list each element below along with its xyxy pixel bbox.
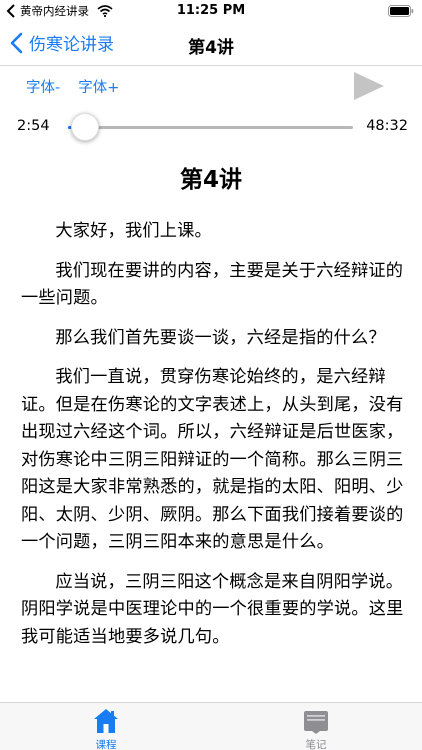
article-paragraph: 我们现在要讲的内容，主要是关于六经辩证的一些问题。	[21, 260, 404, 309]
tab-notes[interactable]: 笔记	[286, 707, 346, 750]
battery-icon	[388, 5, 414, 17]
tab-notes-label: 笔记	[305, 739, 327, 750]
progress-slider-track[interactable]	[68, 126, 353, 129]
content-fade	[0, 690, 422, 702]
page-title: 第4讲	[188, 38, 234, 58]
play-icon[interactable]	[352, 71, 386, 101]
progress-slider-thumb[interactable]	[71, 113, 100, 141]
nav-divider	[0, 65, 422, 66]
navigation-bar: 伤寒论讲录 第4讲	[0, 22, 422, 66]
article-title: 第4讲	[179, 167, 242, 193]
article-body: 大家好，我们上课。 我们现在要讲的内容，主要是关于六经辩证的一些问题。 那么我们…	[21, 218, 405, 663]
tab-course-label: 课程	[95, 739, 117, 750]
home-icon	[94, 709, 118, 733]
status-bar: 黄帝内经讲录 11:25 PM	[0, 0, 422, 22]
current-time: 2:54	[17, 118, 50, 134]
tab-course[interactable]: 课程	[76, 707, 136, 750]
notes-icon	[304, 711, 328, 734]
total-time: 48:32	[366, 118, 408, 134]
tab-bar: 课程 笔记	[0, 702, 422, 750]
article-paragraph: 大家好，我们上课。	[55, 221, 212, 241]
status-time: 11:25 PM	[176, 3, 246, 18]
font-increase-button[interactable]: 字体+	[78, 76, 119, 97]
article-paragraph: 应当说，三阴三阳这个概念是来自阴阳学说。阴阳学说是中医理论中的一个很重要的学说。…	[21, 571, 404, 647]
screen: 黄帝内经讲录 11:25 PM 伤寒论讲录 第4讲 字体- 字体+ 2:54 4…	[0, 0, 422, 750]
article-paragraph: 我们一直说，贯穿伤寒论始终的，是六经辩证。但是在伤寒论的文字表述上，从头到尾，没…	[21, 367, 404, 552]
article-paragraph: 那么我们首先要谈一谈，六经是指的什么？	[55, 327, 386, 348]
font-decrease-button[interactable]: 字体-	[26, 76, 60, 97]
font-controls: 字体- 字体+	[26, 76, 119, 97]
